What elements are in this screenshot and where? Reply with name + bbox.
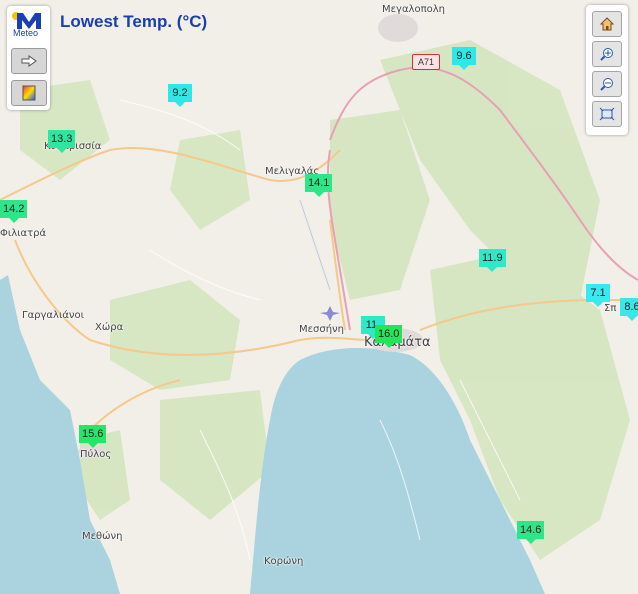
- place-label: Πύλος: [80, 449, 112, 460]
- place-label: Μεθώνη: [82, 531, 123, 542]
- zoom-out-icon: [600, 78, 613, 91]
- place-label: Φιλιατρά: [0, 228, 47, 239]
- temperature-marker[interactable]: 14.6: [517, 521, 545, 544]
- zoom-in-icon: [600, 48, 613, 61]
- base-map[interactable]: [0, 0, 638, 594]
- fit-extent-icon: [599, 107, 615, 121]
- place-label: Κορώνη: [264, 556, 304, 567]
- color-scale-button[interactable]: [11, 80, 47, 106]
- temperature-marker[interactable]: 14.2: [0, 200, 28, 223]
- fit-extent-button[interactable]: [592, 101, 622, 127]
- color-scale-icon: [22, 85, 36, 101]
- zoom-out-button[interactable]: [592, 71, 622, 97]
- right-control-panel: [586, 5, 628, 135]
- place-label: Μεσσήνη: [299, 324, 344, 335]
- road-shield: A71: [412, 54, 440, 70]
- temperature-marker[interactable]: 9.2: [168, 84, 192, 107]
- temperature-marker[interactable]: 16.0: [375, 325, 403, 348]
- map-title: Lowest Temp. (°C): [60, 12, 208, 31]
- zoom-in-button[interactable]: [592, 41, 622, 67]
- temperature-marker[interactable]: 11.9: [479, 249, 506, 272]
- temperature-marker[interactable]: 8.6: [620, 298, 638, 321]
- place-label: Σπ: [604, 303, 617, 314]
- arrow-right-icon: [21, 55, 37, 67]
- place-label: Μεγαλοπολη: [382, 4, 445, 15]
- temperature-marker[interactable]: 13.3: [48, 130, 76, 153]
- temperature-marker[interactable]: 9.6: [452, 47, 476, 70]
- temperature-marker[interactable]: 14.1: [305, 174, 333, 197]
- left-control-panel: Meteo: [7, 6, 50, 110]
- logo-text: Meteo: [13, 28, 39, 38]
- home-button[interactable]: [592, 11, 622, 37]
- place-label: Γαργαλιάνοι: [22, 310, 85, 321]
- temperature-marker[interactable]: 15.6: [79, 425, 107, 448]
- next-button[interactable]: [11, 48, 47, 74]
- temperature-marker[interactable]: 7.1: [586, 284, 610, 307]
- home-icon: [599, 17, 615, 31]
- place-label: Χώρα: [95, 322, 124, 333]
